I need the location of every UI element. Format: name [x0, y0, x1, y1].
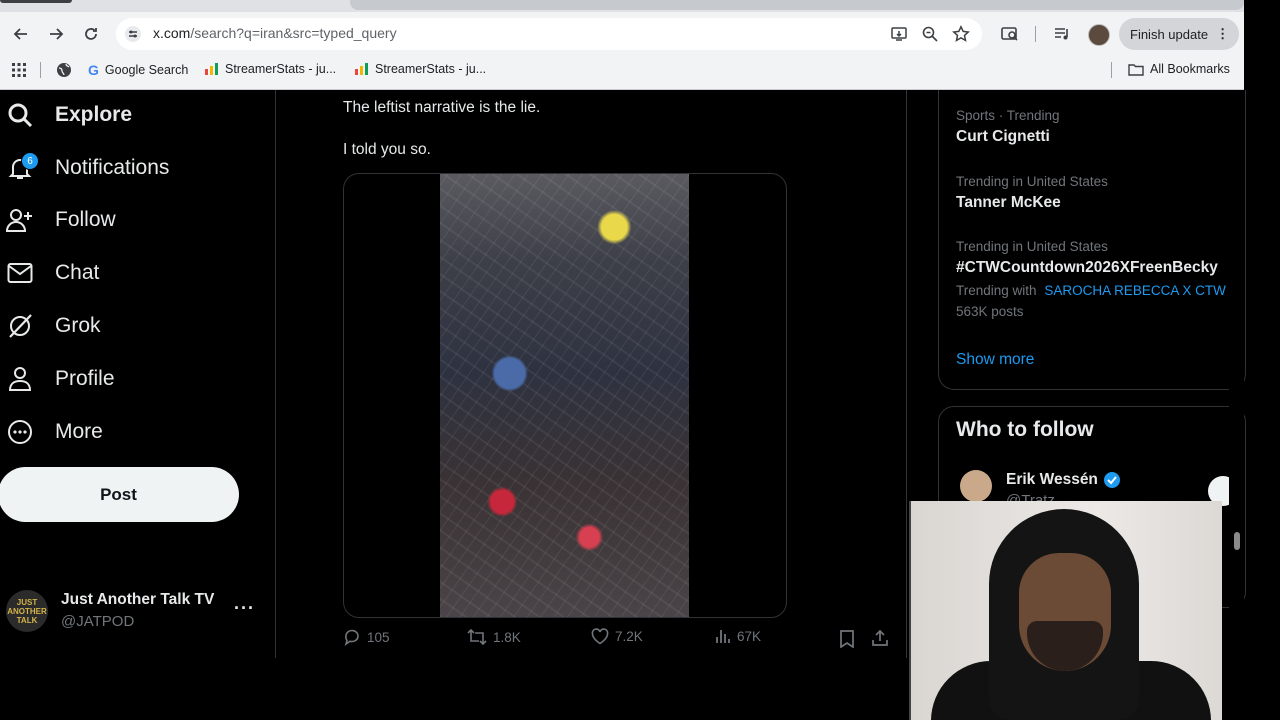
scrollbar-thumb[interactable]	[1234, 532, 1240, 550]
tweet-text-line: The leftist narrative is the lie.	[343, 99, 541, 116]
nav-grok[interactable]: Grok	[6, 306, 101, 346]
views-button[interactable]: 67K	[715, 628, 761, 644]
show-more-link[interactable]: Show more	[956, 351, 1034, 369]
profile-avatar[interactable]	[1088, 24, 1110, 46]
bell-icon: 6	[6, 152, 39, 182]
scrollbar[interactable]	[1229, 90, 1244, 658]
trend-with: Trending with SAROCHA REBECCA X CTW E	[956, 283, 1229, 298]
account-menu-icon[interactable]: ···	[234, 598, 255, 619]
bookmark-streamerstats-2[interactable]: StreamerStats - ju...	[355, 62, 486, 76]
nav-notifications[interactable]: 6 Notifications	[6, 148, 169, 188]
repost-button[interactable]: 1.8K	[467, 628, 521, 646]
verified-badge-icon	[1103, 471, 1121, 489]
nav-more[interactable]: More	[6, 412, 103, 452]
like-button[interactable]: 7.2K	[591, 628, 643, 645]
reply-icon	[343, 628, 361, 646]
account-name[interactable]: Just Another Talk TV	[61, 591, 214, 609]
google-icon: G	[88, 62, 99, 78]
media-controls-icon[interactable]	[1053, 25, 1071, 43]
forward-icon[interactable]	[45, 23, 67, 45]
url-text[interactable]: x.com/search?q=iran&src=typed_query	[153, 25, 397, 41]
nav-explore[interactable]: Explore	[6, 95, 132, 135]
views-chart-icon	[715, 628, 731, 644]
grok-icon	[6, 312, 34, 340]
trend-item[interactable]: #CTWCountdown2026XFreenBecky	[956, 259, 1229, 277]
who-to-follow-title: Who to follow	[956, 418, 1094, 441]
more-circle-icon	[6, 418, 34, 446]
site-settings-icon[interactable]	[124, 25, 142, 43]
bookmark-google-search[interactable]: G Google Search	[88, 62, 188, 78]
trend-item[interactable]: Tanner McKee	[956, 194, 1061, 212]
tab-search-icon[interactable]	[1001, 25, 1019, 43]
all-bookmarks-button[interactable]: All Bookmarks	[1128, 62, 1230, 76]
repost-icon	[467, 628, 487, 646]
share-icon[interactable]	[871, 629, 889, 647]
finish-update-button[interactable]: Finish update ⋮	[1119, 18, 1239, 50]
tweet-text-line: I told you so.	[343, 141, 431, 158]
post-button[interactable]: Post	[0, 467, 239, 522]
bar-chart-icon	[355, 63, 369, 75]
bookmark-icon[interactable]	[839, 630, 855, 648]
trend-category: Trending in United States	[956, 239, 1108, 254]
globe-icon[interactable]	[56, 62, 72, 78]
search-icon	[6, 101, 34, 129]
nav-chat[interactable]: Chat	[6, 253, 99, 293]
mail-icon	[6, 259, 34, 287]
reply-button[interactable]: 105	[343, 628, 390, 646]
folder-icon	[1128, 63, 1144, 76]
account-avatar[interactable]: JUST ANOTHER TALK	[6, 590, 48, 632]
trend-with-link[interactable]: SAROCHA REBECCA X CTW E	[1044, 283, 1229, 298]
account-handle: @JATPOD	[61, 613, 135, 630]
kebab-menu-icon: ⋮	[1216, 26, 1230, 41]
bookmark-streamerstats-1[interactable]: StreamerStats - ju...	[205, 62, 336, 76]
follow-icon	[6, 206, 34, 234]
notification-badge: 6	[21, 152, 39, 170]
bookmarks-divider	[40, 62, 41, 78]
timeline-border	[906, 90, 907, 658]
bar-chart-icon	[205, 63, 219, 75]
trend-post-count: 563K posts	[956, 304, 1024, 319]
nav-profile[interactable]: Profile	[6, 359, 115, 399]
person-icon	[6, 365, 34, 393]
trend-category: Trending in United States	[956, 174, 1108, 189]
install-app-icon[interactable]	[890, 25, 908, 43]
active-tab[interactable]	[0, 0, 72, 3]
zoom-icon[interactable]	[921, 25, 939, 43]
trend-category: Sports · Trending	[956, 108, 1060, 123]
inactive-tab[interactable]	[350, 0, 1244, 10]
video-frame[interactable]	[440, 174, 689, 617]
suggestion-avatar[interactable]	[960, 470, 992, 502]
bookmarks-divider	[1111, 62, 1112, 78]
webcam-overlay	[909, 501, 1222, 720]
trend-item[interactable]: Curt Cignetti	[956, 128, 1050, 146]
bookmark-star-icon[interactable]	[952, 25, 970, 43]
heart-icon	[591, 628, 609, 645]
apps-grid-icon[interactable]	[12, 63, 26, 77]
nav-follow[interactable]: Follow	[6, 200, 116, 240]
tweet-video[interactable]	[343, 173, 787, 618]
suggestion-name[interactable]: Erik Wessén	[1006, 471, 1121, 489]
left-nav-border	[275, 90, 276, 658]
reload-icon[interactable]	[80, 23, 102, 45]
toolbar-divider	[1035, 26, 1036, 42]
back-icon[interactable]	[10, 23, 32, 45]
